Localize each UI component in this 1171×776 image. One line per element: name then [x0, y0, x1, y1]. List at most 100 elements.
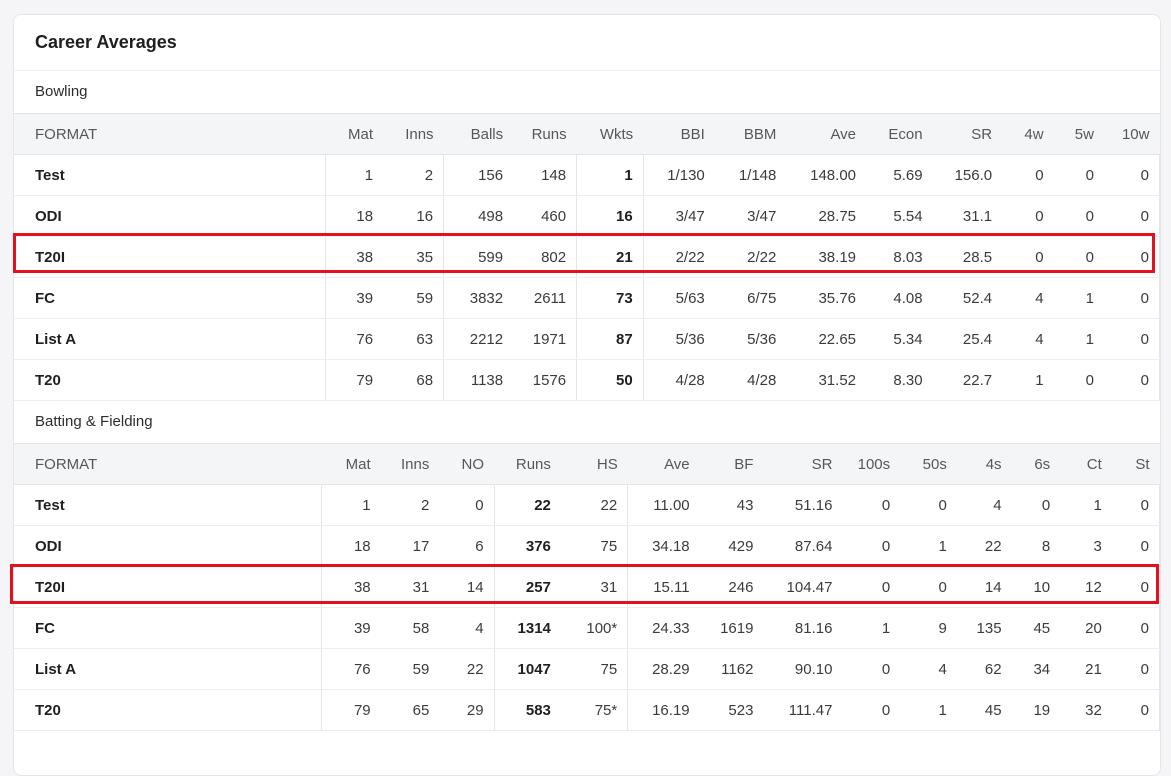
batting-col-header-no[interactable]: NO: [439, 443, 495, 485]
bowling-cell-econ: 5.54: [866, 195, 933, 237]
bowling-cell-bbm: 4/28: [714, 359, 787, 401]
batting-col-header-6s[interactable]: 6s: [1011, 443, 1061, 485]
bowling-format-link[interactable]: ODI: [14, 195, 326, 237]
bowling-cell-bbm: 3/47: [714, 195, 787, 237]
bowling-cell-10w: 0: [1103, 359, 1160, 401]
batting-col-header-format: FORMAT: [14, 443, 322, 485]
bowling-col-header-sr[interactable]: SR: [932, 113, 1003, 155]
bowling-row-list-a: List A 76 63 2212 1971 87 5/36 5/36 22.65 5.34 25.…: [14, 318, 1160, 360]
bowling-col-header-econ[interactable]: Econ: [866, 113, 933, 155]
bowling-col-header-balls[interactable]: Balls: [443, 113, 514, 155]
bowling-format-link[interactable]: T20I: [14, 236, 326, 278]
bowling-col-header-runs[interactable]: Runs: [513, 113, 577, 155]
bowling-col-header-5w[interactable]: 5w: [1053, 113, 1104, 155]
bowling-cell-wkts: 87: [576, 318, 644, 360]
bowling-cell-econ: 8.30: [866, 359, 933, 401]
bowling-cell-econ: 4.08: [866, 277, 933, 319]
bowling-cell-inns: 2: [383, 154, 444, 196]
batting-col-header-50s[interactable]: 50s: [900, 443, 957, 485]
batting-col-header-bf[interactable]: BF: [699, 443, 764, 485]
batting-cell-bf: 1619: [699, 607, 764, 649]
batting-format-link[interactable]: ODI: [14, 525, 322, 567]
batting-cell-100s: 0: [842, 648, 901, 690]
bowling-format-link[interactable]: T20: [14, 359, 326, 401]
bowling-format-link[interactable]: List A: [14, 318, 326, 360]
bowling-format-link[interactable]: FC: [14, 277, 326, 319]
bowling-col-header-inns[interactable]: Inns: [383, 113, 444, 155]
batting-cell-50s: 1: [900, 689, 957, 731]
bowling-format-link[interactable]: Test: [14, 154, 326, 196]
bowling-col-header-wkts[interactable]: Wkts: [576, 113, 644, 155]
bowling-cell-bbi: 2/22: [642, 236, 715, 278]
batting-cell-50s: 9: [900, 607, 957, 649]
batting-format-link[interactable]: Test: [14, 484, 322, 526]
bowling-cell-mat: 39: [325, 277, 384, 319]
batting-cell-bf: 246: [699, 566, 764, 608]
batting-cell-no: 22: [439, 648, 495, 690]
batting-col-header-hs[interactable]: HS: [560, 443, 628, 485]
batting-format-link[interactable]: List A: [14, 648, 322, 690]
bowling-col-header-mat[interactable]: Mat: [325, 113, 384, 155]
bowling-col-header-bbi[interactable]: BBI: [643, 113, 715, 155]
batting-cell-4s: 14: [956, 566, 1012, 608]
batting-cell-ave: 15.11: [627, 566, 700, 608]
batting-col-header-ct[interactable]: Ct: [1060, 443, 1112, 485]
bowling-cell-balls: 1138: [443, 359, 514, 401]
batting-cell-sr: 51.16: [763, 484, 843, 526]
batting-col-header-4s[interactable]: 4s: [956, 443, 1012, 485]
batting-cell-bf: 429: [699, 525, 764, 567]
batting-col-header-100s[interactable]: 100s: [842, 443, 901, 485]
batting-cell-ct: 1: [1060, 484, 1112, 526]
batting-cell-inns: 65: [380, 689, 440, 731]
bowling-cell-ave: 35.76: [786, 277, 867, 319]
bowling-cell-bbi: 1/130: [642, 154, 715, 196]
batting-cell-4s: 4: [956, 484, 1012, 526]
bowling-cell-4w: 0: [1002, 236, 1054, 278]
batting-col-header-st[interactable]: St: [1111, 443, 1160, 485]
bowling-col-header-4w[interactable]: 4w: [1002, 113, 1054, 155]
bowling-cell-inns: 16: [383, 195, 444, 237]
bowling-cell-10w: 0: [1103, 277, 1160, 319]
bowling-col-header-10w[interactable]: 10w: [1103, 113, 1160, 155]
batting-cell-mat: 79: [321, 689, 381, 731]
bowling-cell-10w: 0: [1103, 195, 1160, 237]
batting-col-header-inns[interactable]: Inns: [380, 443, 440, 485]
batting-cell-hs: 75: [560, 525, 628, 567]
bowling-cell-bbi: 5/63: [642, 277, 715, 319]
bowling-cell-ave: 31.52: [786, 359, 867, 401]
batting-col-header-mat[interactable]: Mat: [321, 443, 381, 485]
bowling-col-header-ave[interactable]: Ave: [786, 113, 867, 155]
bowling-cell-inns: 35: [383, 236, 444, 278]
batting-cell-hs: 22: [560, 484, 628, 526]
batting-col-header-ave[interactable]: Ave: [627, 443, 700, 485]
batting-col-header-runs[interactable]: Runs: [494, 443, 561, 485]
batting-cell-runs: 257: [493, 566, 561, 608]
batting-format-link[interactable]: T20I: [14, 566, 322, 608]
batting-cell-hs: 31: [560, 566, 628, 608]
batting-row-odi: ODI 18 17 6 376 75 34.18 429 87.64 0 1 22 8 3 0: [14, 525, 1160, 567]
bowling-cell-mat: 18: [325, 195, 384, 237]
batting-cell-6s: 10: [1011, 566, 1061, 608]
batting-format-link[interactable]: T20: [14, 689, 322, 731]
batting-cell-mat: 76: [321, 648, 381, 690]
bowling-col-header-bbm[interactable]: BBM: [714, 113, 787, 155]
batting-cell-50s: 0: [900, 566, 957, 608]
bowling-cell-econ: 5.34: [866, 318, 933, 360]
bowling-cell-wkts: 21: [576, 236, 644, 278]
batting-row-t20i: T20I 38 31 14 257 31 15.11 246 104.47 0 0 14 10 12 0: [14, 566, 1160, 608]
bowling-cell-sr: 25.4: [932, 318, 1003, 360]
bowling-cell-balls: 156: [443, 154, 514, 196]
bowling-cell-balls: 3832: [443, 277, 514, 319]
batting-col-header-sr[interactable]: SR: [763, 443, 843, 485]
batting-cell-st: 0: [1111, 484, 1160, 526]
batting-cell-ct: 20: [1060, 607, 1112, 649]
batting-row-t20: T20 79 65 29 583 75* 16.19 523 111.47 0 1 45 19 32 0: [14, 689, 1160, 731]
bowling-cell-4w: 0: [1002, 154, 1054, 196]
batting-cell-sr: 90.10: [763, 648, 843, 690]
bowling-cell-econ: 8.03: [866, 236, 933, 278]
bowling-cell-4w: 4: [1002, 318, 1054, 360]
batting-cell-100s: 0: [842, 484, 901, 526]
bowling-cell-10w: 0: [1103, 318, 1160, 360]
batting-format-link[interactable]: FC: [14, 607, 322, 649]
batting-header-row: FORMAT Mat Inns NO Runs HS Ave BF SR 100s 50s 4s 6s C…: [14, 443, 1160, 485]
